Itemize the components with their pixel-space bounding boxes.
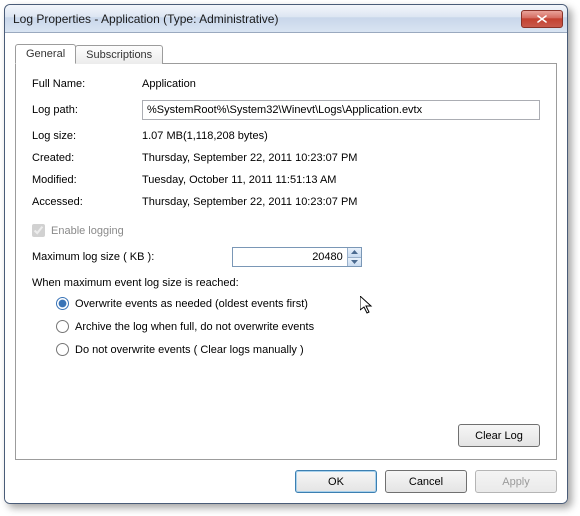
- overflow-radio-group: Overwrite events as needed (oldest event…: [56, 297, 540, 356]
- dialog-window: Log Properties - Application (Type: Admi…: [4, 4, 568, 504]
- modified-value: Tuesday, October 11, 2011 11:51:13 AM: [142, 174, 540, 186]
- tab-panel-general: Full Name: Application Log path: Log siz…: [15, 63, 557, 460]
- log-path-input[interactable]: [142, 100, 540, 120]
- created-value: Thursday, September 22, 2011 10:23:07 PM: [142, 152, 540, 164]
- dialog-footer: OK Cancel Apply: [15, 460, 557, 493]
- client-area: General Subscriptions Full Name: Applica…: [5, 33, 567, 503]
- spin-down-button[interactable]: [348, 257, 361, 267]
- enable-logging-label: Enable logging: [51, 225, 124, 237]
- radio-archive-label: Archive the log when full, do not overwr…: [75, 321, 314, 333]
- close-icon: [537, 15, 547, 23]
- radio-archive-input[interactable]: [56, 320, 69, 333]
- ok-button[interactable]: OK: [295, 470, 377, 493]
- created-label: Created:: [32, 152, 142, 164]
- full-name-label: Full Name:: [32, 78, 142, 90]
- radio-archive[interactable]: Archive the log when full, do not overwr…: [56, 320, 540, 333]
- log-size-value: 1.07 MB(1,118,208 bytes): [142, 130, 540, 142]
- radio-overwrite-label: Overwrite events as needed (oldest event…: [75, 298, 308, 310]
- radio-no-overwrite-label: Do not overwrite events ( Clear logs man…: [75, 344, 304, 356]
- radio-overwrite[interactable]: Overwrite events as needed (oldest event…: [56, 297, 540, 310]
- enable-logging-checkbox: [32, 224, 45, 237]
- max-size-label: Maximum log size ( KB ):: [32, 251, 232, 263]
- window-title: Log Properties - Application (Type: Admi…: [13, 12, 521, 26]
- modified-label: Modified:: [32, 174, 142, 186]
- spin-up-button[interactable]: [348, 248, 361, 257]
- log-size-label: Log size:: [32, 130, 142, 142]
- chevron-up-icon: [351, 250, 358, 254]
- tab-general[interactable]: General: [15, 44, 76, 64]
- when-max-label: When maximum event log size is reached:: [32, 277, 540, 289]
- log-path-label: Log path:: [32, 104, 142, 116]
- close-button[interactable]: [521, 10, 563, 28]
- tab-subscriptions[interactable]: Subscriptions: [75, 45, 163, 64]
- full-name-value: Application: [142, 78, 540, 90]
- cancel-button[interactable]: Cancel: [385, 470, 467, 493]
- accessed-value: Thursday, September 22, 2011 10:23:07 PM: [142, 196, 540, 208]
- max-size-spinbox[interactable]: [232, 247, 362, 267]
- titlebar: Log Properties - Application (Type: Admi…: [5, 5, 567, 33]
- clear-log-button[interactable]: Clear Log: [458, 424, 540, 447]
- radio-no-overwrite[interactable]: Do not overwrite events ( Clear logs man…: [56, 343, 540, 356]
- apply-button[interactable]: Apply: [475, 470, 557, 493]
- tabstrip: General Subscriptions: [15, 41, 557, 63]
- radio-overwrite-input[interactable]: [56, 297, 69, 310]
- chevron-down-icon: [351, 260, 358, 264]
- accessed-label: Accessed:: [32, 196, 142, 208]
- radio-no-overwrite-input[interactable]: [56, 343, 69, 356]
- max-size-input[interactable]: [233, 248, 347, 266]
